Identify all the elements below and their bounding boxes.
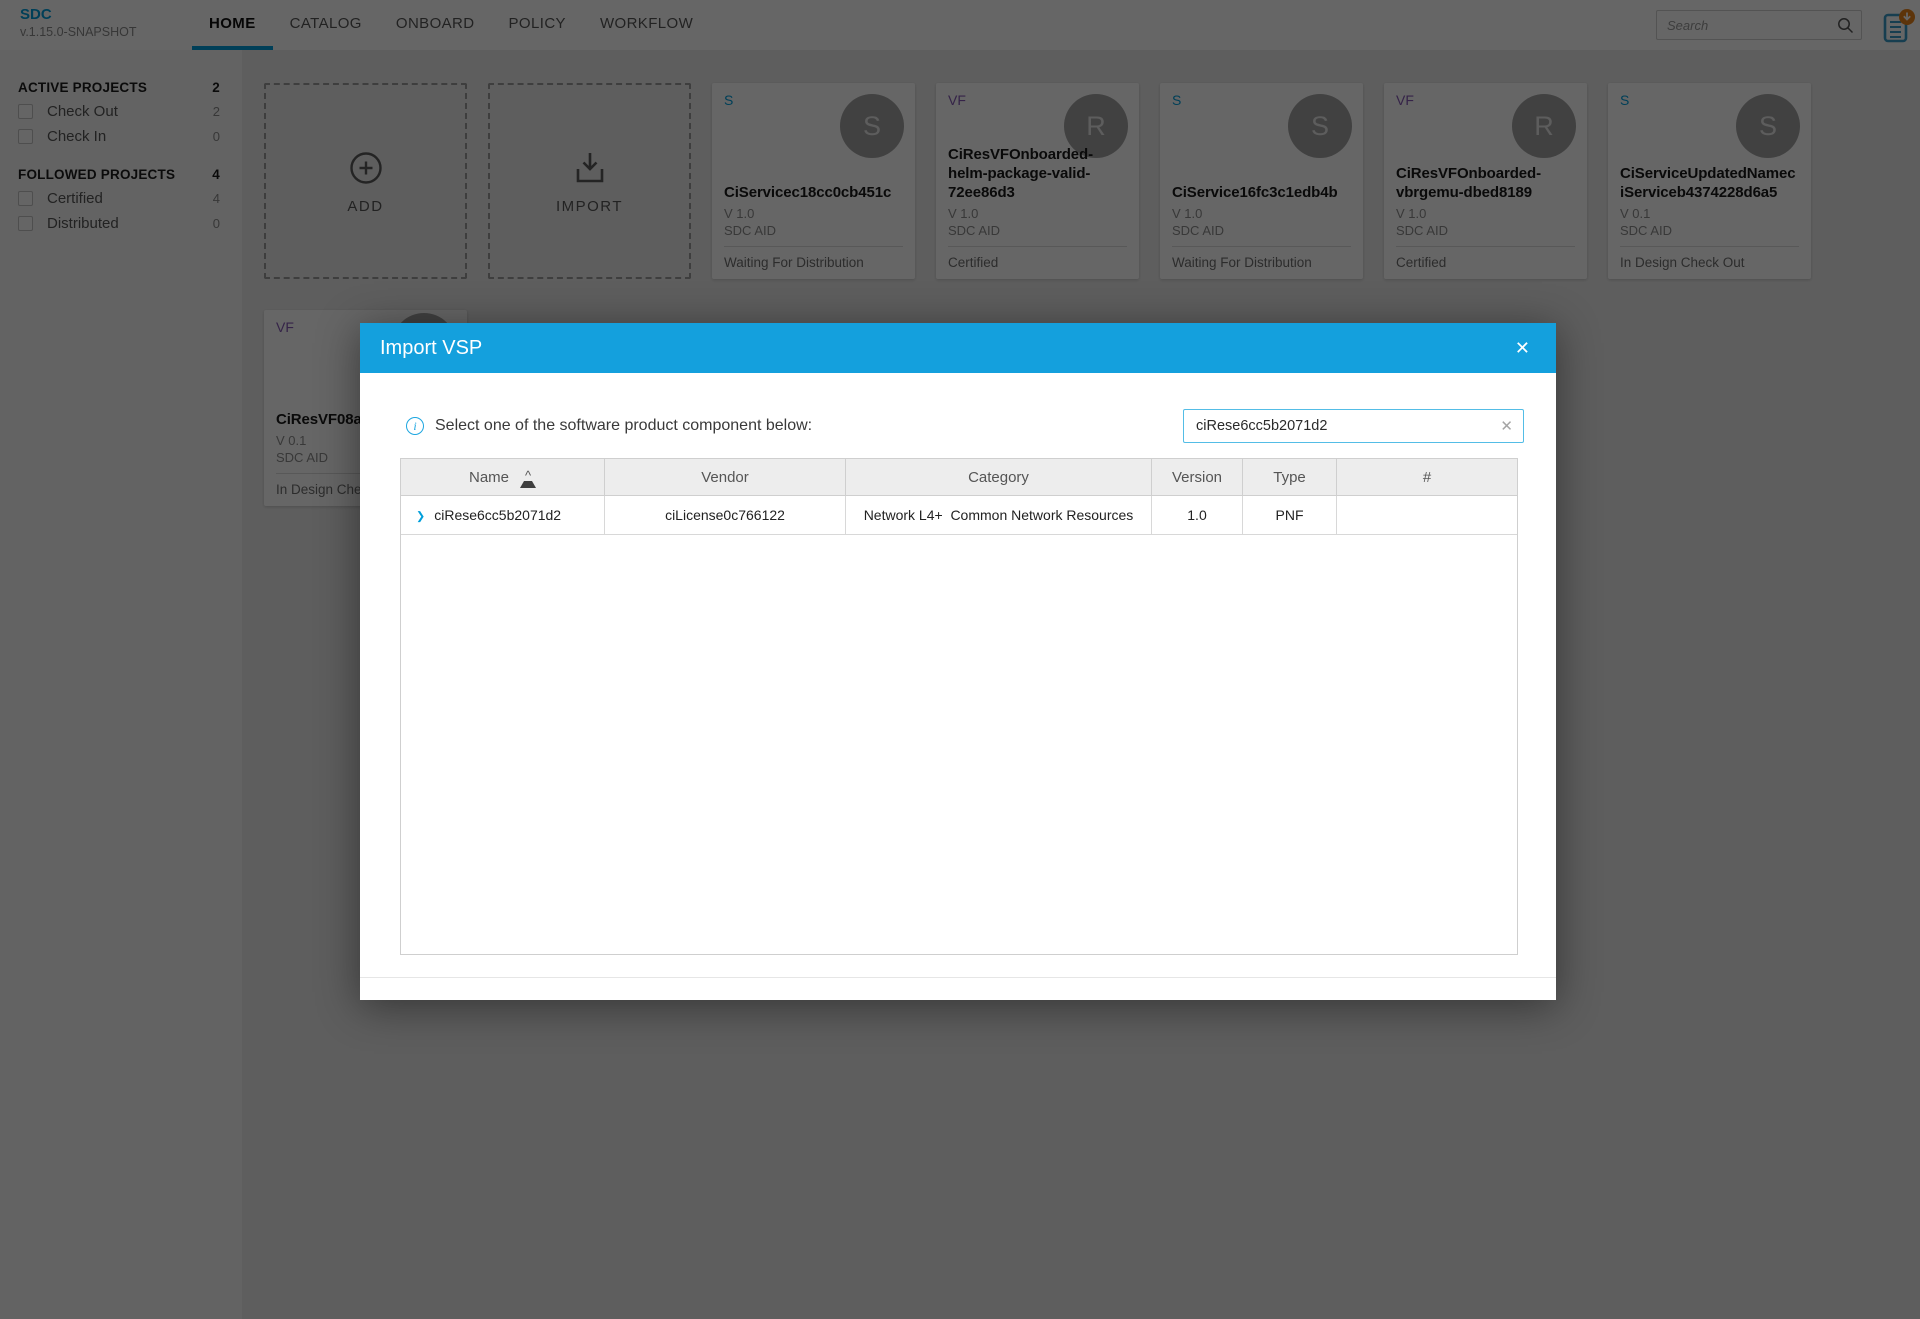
column-header-name[interactable]: Name ^ [401,459,605,495]
column-header-version[interactable]: Version [1152,459,1243,495]
modal-body: i Select one of the software product com… [360,373,1556,978]
vsp-category: Network L4+ Common Network Resources [864,507,1134,523]
cell-version: 1.0 [1152,496,1243,534]
cell-name: ❯ ciRese6cc5b2071d2 [401,496,605,534]
vsp-type: PNF [1276,507,1304,523]
cell-type: PNF [1243,496,1337,534]
expand-chevron-icon[interactable]: ❯ [416,509,425,522]
column-header-vendor[interactable]: Vendor [605,459,846,495]
column-label: Type [1273,469,1306,486]
column-label: Name [469,469,509,486]
modal-footer [360,977,1556,1000]
cell-vendor: ciLicense0c766122 [605,496,846,534]
import-vsp-modal: Import VSP ✕ i Select one of the softwar… [360,323,1556,1000]
clear-search-icon[interactable]: ✕ [1500,417,1513,435]
instruction-text: Select one of the software product compo… [435,417,812,435]
vsp-version: 1.0 [1187,507,1206,523]
column-header-category[interactable]: Category [846,459,1152,495]
vsp-search: ✕ [1183,409,1524,443]
column-header-type[interactable]: Type [1243,459,1337,495]
vsp-vendor: ciLicense0c766122 [665,507,785,523]
table-header: Name ^ Vendor Category Version Type # [401,459,1517,496]
column-label: Version [1172,469,1222,486]
vsp-table: Name ^ Vendor Category Version Type # ❯ … [400,458,1518,955]
cell-actions [1337,496,1517,534]
column-label: Category [968,469,1029,486]
table-row[interactable]: ❯ ciRese6cc5b2071d2 ciLicense0c766122 Ne… [401,496,1517,535]
modal-title: Import VSP [380,337,482,360]
sort-asc-icon: ^ [520,472,536,488]
vsp-name: ciRese6cc5b2071d2 [434,507,561,523]
column-header-actions[interactable]: # [1337,459,1517,495]
modal-header: Import VSP ✕ [360,323,1556,373]
info-icon: i [406,417,424,435]
column-label: # [1423,469,1431,486]
vsp-search-input[interactable] [1184,410,1501,442]
close-icon[interactable]: ✕ [1509,334,1536,363]
instruction-row: i Select one of the software product com… [406,417,812,435]
column-label: Vendor [701,469,749,486]
cell-category: Network L4+ Common Network Resources [846,496,1152,534]
